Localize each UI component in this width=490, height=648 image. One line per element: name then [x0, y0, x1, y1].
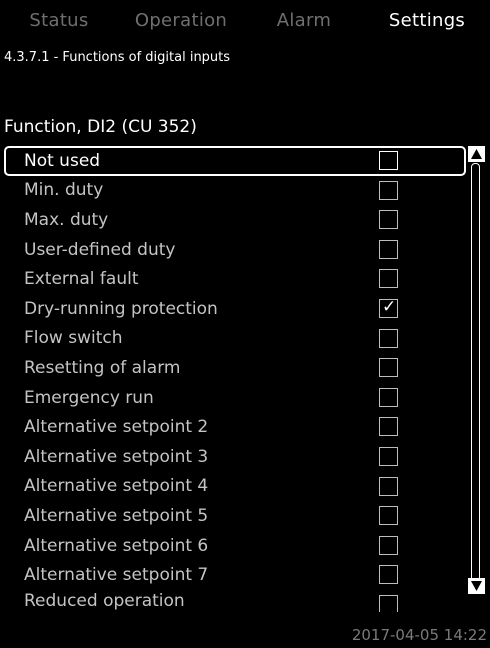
option-row[interactable]: External fault — [4, 264, 466, 294]
option-checkbox[interactable] — [379, 565, 398, 585]
option-label: Not used — [24, 150, 101, 171]
scroll-down-arrow-icon[interactable] — [468, 578, 485, 594]
timestamp: 2017-04-05 14:22 — [351, 626, 487, 644]
scrollbar-thumb[interactable] — [471, 163, 480, 586]
option-checkbox[interactable] — [379, 210, 398, 230]
option-checkbox[interactable] — [379, 506, 398, 526]
option-checkbox[interactable] — [379, 269, 398, 289]
option-checkbox[interactable] — [379, 328, 398, 348]
option-label: Alternative setpoint 6 — [24, 535, 209, 556]
option-row[interactable]: Flow switch — [4, 324, 466, 354]
option-checkbox[interactable] — [379, 594, 398, 612]
tab-operation[interactable]: Operation — [118, 0, 244, 40]
option-row[interactable]: Resetting of alarm — [4, 353, 466, 383]
scroll-up-arrow-icon[interactable] — [468, 146, 485, 162]
option-label: External fault — [24, 269, 139, 290]
tab-alarm[interactable]: Alarm — [244, 0, 364, 40]
tab-settings[interactable]: Settings — [364, 0, 490, 40]
option-checkbox[interactable] — [379, 151, 398, 170]
tab-status[interactable]: Status — [0, 0, 118, 40]
option-row[interactable]: Emergency run — [4, 383, 466, 413]
option-label: Min. duty — [24, 180, 104, 201]
option-label: Alternative setpoint 4 — [24, 476, 209, 497]
option-checkbox[interactable] — [379, 535, 398, 555]
option-label: Alternative setpoint 5 — [24, 505, 209, 526]
option-checkbox[interactable] — [379, 476, 398, 496]
option-row[interactable]: Alternative setpoint 7 — [4, 560, 466, 590]
option-row[interactable]: User-defined duty — [4, 235, 466, 265]
option-checkbox[interactable]: ✓ — [379, 296, 398, 318]
option-row[interactable]: Dry-running protection ✓ — [4, 294, 466, 324]
option-label: Max. duty — [24, 209, 109, 230]
option-label: Flow switch — [24, 328, 123, 349]
option-label: Reduced operation — [24, 590, 185, 611]
option-label: Alternative setpoint 7 — [24, 565, 209, 586]
checkmark-icon: ✓ — [382, 296, 397, 317]
option-row[interactable]: Alternative setpoint 6 — [4, 531, 466, 561]
option-checkbox[interactable] — [379, 180, 398, 200]
option-row[interactable]: Alternative setpoint 2 — [4, 412, 466, 442]
option-label: Alternative setpoint 2 — [24, 417, 209, 438]
scrollbar[interactable] — [468, 146, 485, 594]
option-row[interactable]: Max. duty — [4, 205, 466, 235]
function-header: Function, DI2 (CU 352) — [4, 117, 197, 137]
option-row[interactable]: Not used — [4, 146, 466, 176]
option-label: Resetting of alarm — [24, 357, 181, 378]
option-list: Not used Min. duty Max. duty User-defined d… — [4, 146, 466, 612]
option-checkbox[interactable] — [379, 446, 398, 466]
option-checkbox[interactable] — [379, 387, 398, 407]
option-row[interactable]: Alternative setpoint 3 — [4, 442, 466, 472]
option-label: Alternative setpoint 3 — [24, 446, 209, 467]
option-checkbox[interactable] — [379, 358, 398, 378]
option-checkbox[interactable] — [379, 417, 398, 437]
option-row[interactable]: Alternative setpoint 5 — [4, 501, 466, 531]
option-row[interactable]: Reduced operation — [4, 590, 466, 612]
tab-bar: Status Operation Alarm Settings — [0, 0, 490, 40]
option-label: User-defined duty — [24, 239, 176, 260]
option-label: Dry-running protection — [24, 298, 218, 319]
menu-path: 4.3.7.1 - Functions of digital inputs — [4, 50, 231, 65]
option-checkbox[interactable] — [379, 239, 398, 259]
option-row[interactable]: Alternative setpoint 4 — [4, 472, 466, 502]
option-label: Emergency run — [24, 387, 154, 408]
option-row[interactable]: Min. duty — [4, 176, 466, 206]
